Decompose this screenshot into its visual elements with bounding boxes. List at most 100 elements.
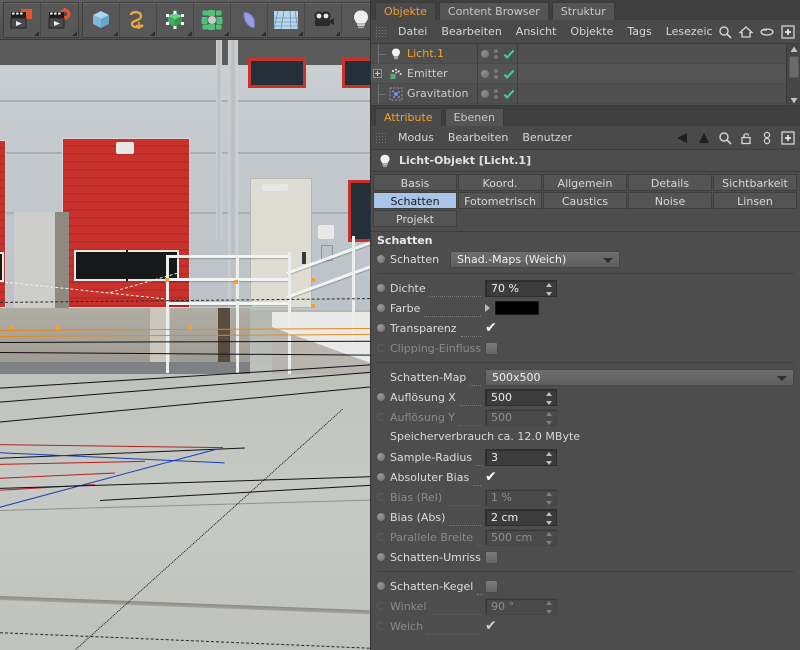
tab-objekte[interactable]: Objekte <box>375 2 436 20</box>
animate-dot[interactable] <box>377 453 385 461</box>
spinner-arrows[interactable] <box>545 391 552 405</box>
building-recess-shadow <box>0 308 250 370</box>
menu-datei[interactable]: Datei <box>391 21 434 43</box>
shadow-type-dropdown[interactable]: Shad.-Maps (Weich) <box>450 250 620 268</box>
tab-projekt[interactable]: Projekt <box>373 210 457 227</box>
menu-bearbeiten[interactable]: Bearbeiten <box>441 127 515 149</box>
viewport-render-image[interactable] <box>0 40 370 650</box>
object-visibility-dots[interactable] <box>481 44 515 64</box>
shadow-map-value: 500x500 <box>492 370 541 384</box>
menu-tags[interactable]: Tags <box>620 21 658 43</box>
shadow-map-dropdown[interactable]: 500x500 <box>485 368 794 386</box>
drag-grip-icon[interactable] <box>375 131 387 144</box>
render-view-button[interactable] <box>4 2 41 37</box>
animate-dot[interactable] <box>377 255 385 263</box>
add-box-icon[interactable] <box>780 130 796 146</box>
density-field[interactable]: 70 % <box>485 279 557 297</box>
shadow-color-swatch[interactable] <box>495 301 539 315</box>
clipping-influence-toggle[interactable] <box>485 341 498 355</box>
tab-ebenen[interactable]: Ebenen <box>444 108 504 126</box>
bias-abs-field[interactable]: 2 cm <box>485 508 557 526</box>
tab-allgemein[interactable]: Allgemein <box>543 174 627 191</box>
tab-fotometrisch[interactable]: Fotometrisch <box>458 192 542 209</box>
scrollbar-thumb[interactable] <box>788 56 799 78</box>
scroll-down-arrow-icon[interactable] <box>788 95 800 105</box>
animate-dot[interactable] <box>377 393 385 401</box>
spinner-arrows[interactable] <box>545 511 552 525</box>
array-button[interactable] <box>194 2 231 37</box>
lens-icon[interactable] <box>759 24 775 40</box>
up-arrow-icon[interactable] <box>696 130 712 146</box>
animate-dot[interactable] <box>377 284 385 292</box>
search-icon[interactable] <box>717 130 733 146</box>
tab-koord[interactable]: Koord. <box>458 174 542 191</box>
animate-dot[interactable] <box>377 304 385 312</box>
object-row-emitter[interactable]: Emitter <box>371 64 800 84</box>
spinner-arrows[interactable] <box>545 451 552 465</box>
menu-modus[interactable]: Modus <box>391 127 441 149</box>
row-bias-abs: Bias (Abs) 2 cm <box>371 507 800 527</box>
resolution-x-field[interactable]: 500 <box>485 388 557 406</box>
home-icon[interactable] <box>738 24 754 40</box>
tab-noise[interactable]: Noise <box>628 192 712 209</box>
animate-dot[interactable] <box>377 513 385 521</box>
tab-details[interactable]: Details <box>628 174 712 191</box>
spline-button[interactable] <box>120 2 157 37</box>
spinner-arrows[interactable] <box>545 282 552 296</box>
bend-deformer-button[interactable] <box>231 2 268 37</box>
render-settings-button[interactable] <box>41 3 78 37</box>
cube-button[interactable] <box>83 2 120 37</box>
menu-bearbeiten[interactable]: Bearbeiten <box>434 21 508 43</box>
unlock-icon[interactable] <box>738 130 754 146</box>
link-circles-icon[interactable] <box>759 130 775 146</box>
animate-dot[interactable] <box>377 582 385 590</box>
animate-dot[interactable] <box>377 473 385 481</box>
menu-benutzer[interactable]: Benutzer <box>515 127 579 149</box>
render-visibility-dots[interactable] <box>494 69 498 79</box>
viewport-pane <box>0 0 380 650</box>
expand-color-arrow-icon[interactable] <box>485 304 490 312</box>
transparency-checkbox[interactable]: ✔ <box>485 321 498 335</box>
editor-visibility-dot[interactable] <box>481 90 489 98</box>
tab-schatten[interactable]: Schatten <box>373 192 457 209</box>
tree-expand-toggle[interactable] <box>371 64 387 84</box>
animate-dot[interactable] <box>377 324 385 332</box>
editor-visibility-dot[interactable] <box>481 70 489 78</box>
render-visibility-dots[interactable] <box>494 89 498 99</box>
object-visibility-dots[interactable] <box>481 64 515 84</box>
object-row-gravitation[interactable]: Gravitation <box>371 83 800 104</box>
object-row-licht[interactable]: Licht.1 <box>371 44 800 64</box>
sample-radius-field[interactable]: 3 <box>485 448 557 466</box>
shadow-outline-toggle[interactable] <box>485 550 498 564</box>
render-visibility-dots[interactable] <box>494 49 498 59</box>
tab-linsen[interactable]: Linsen <box>713 192 797 209</box>
menu-lesezeichen[interactable]: Lesezeic <box>659 21 720 43</box>
add-box-icon[interactable] <box>780 24 796 40</box>
tab-content-browser[interactable]: Content Browser <box>438 2 549 20</box>
drag-grip-icon[interactable] <box>375 25 387 38</box>
tab-sichtbarkeit[interactable]: Sichtbarkeit <box>713 174 797 191</box>
shadow-cone-toggle[interactable] <box>485 579 498 593</box>
label-leader <box>430 604 481 615</box>
parallel-width-field: 500 cm <box>485 528 557 546</box>
absolute-bias-checkbox[interactable]: ✔ <box>485 470 498 484</box>
bias-rel-value: 1 % <box>491 490 512 504</box>
menu-objekte[interactable]: Objekte <box>563 21 620 43</box>
tab-struktur[interactable]: Struktur <box>551 2 615 20</box>
tab-attribute[interactable]: Attribute <box>375 108 442 126</box>
hypernurbs-button[interactable] <box>157 2 194 37</box>
tab-basis[interactable]: Basis <box>373 174 457 191</box>
object-tree-scrollbar[interactable] <box>786 44 800 105</box>
scroll-up-arrow-icon[interactable] <box>788 44 800 55</box>
object-visibility-dots[interactable] <box>481 84 515 104</box>
animate-dot[interactable] <box>377 553 385 561</box>
camera-button[interactable] <box>305 2 342 37</box>
search-icon[interactable] <box>717 24 733 40</box>
floor-button[interactable] <box>268 2 305 37</box>
editor-visibility-dot[interactable] <box>481 50 489 58</box>
back-arrow-icon[interactable] <box>675 130 691 146</box>
object-tree[interactable]: Licht.1 Emitter Gravitation <box>371 44 800 106</box>
tab-caustics[interactable]: Caustics <box>543 192 627 209</box>
menu-ansicht[interactable]: Ansicht <box>509 21 564 43</box>
stair-step <box>318 318 370 325</box>
